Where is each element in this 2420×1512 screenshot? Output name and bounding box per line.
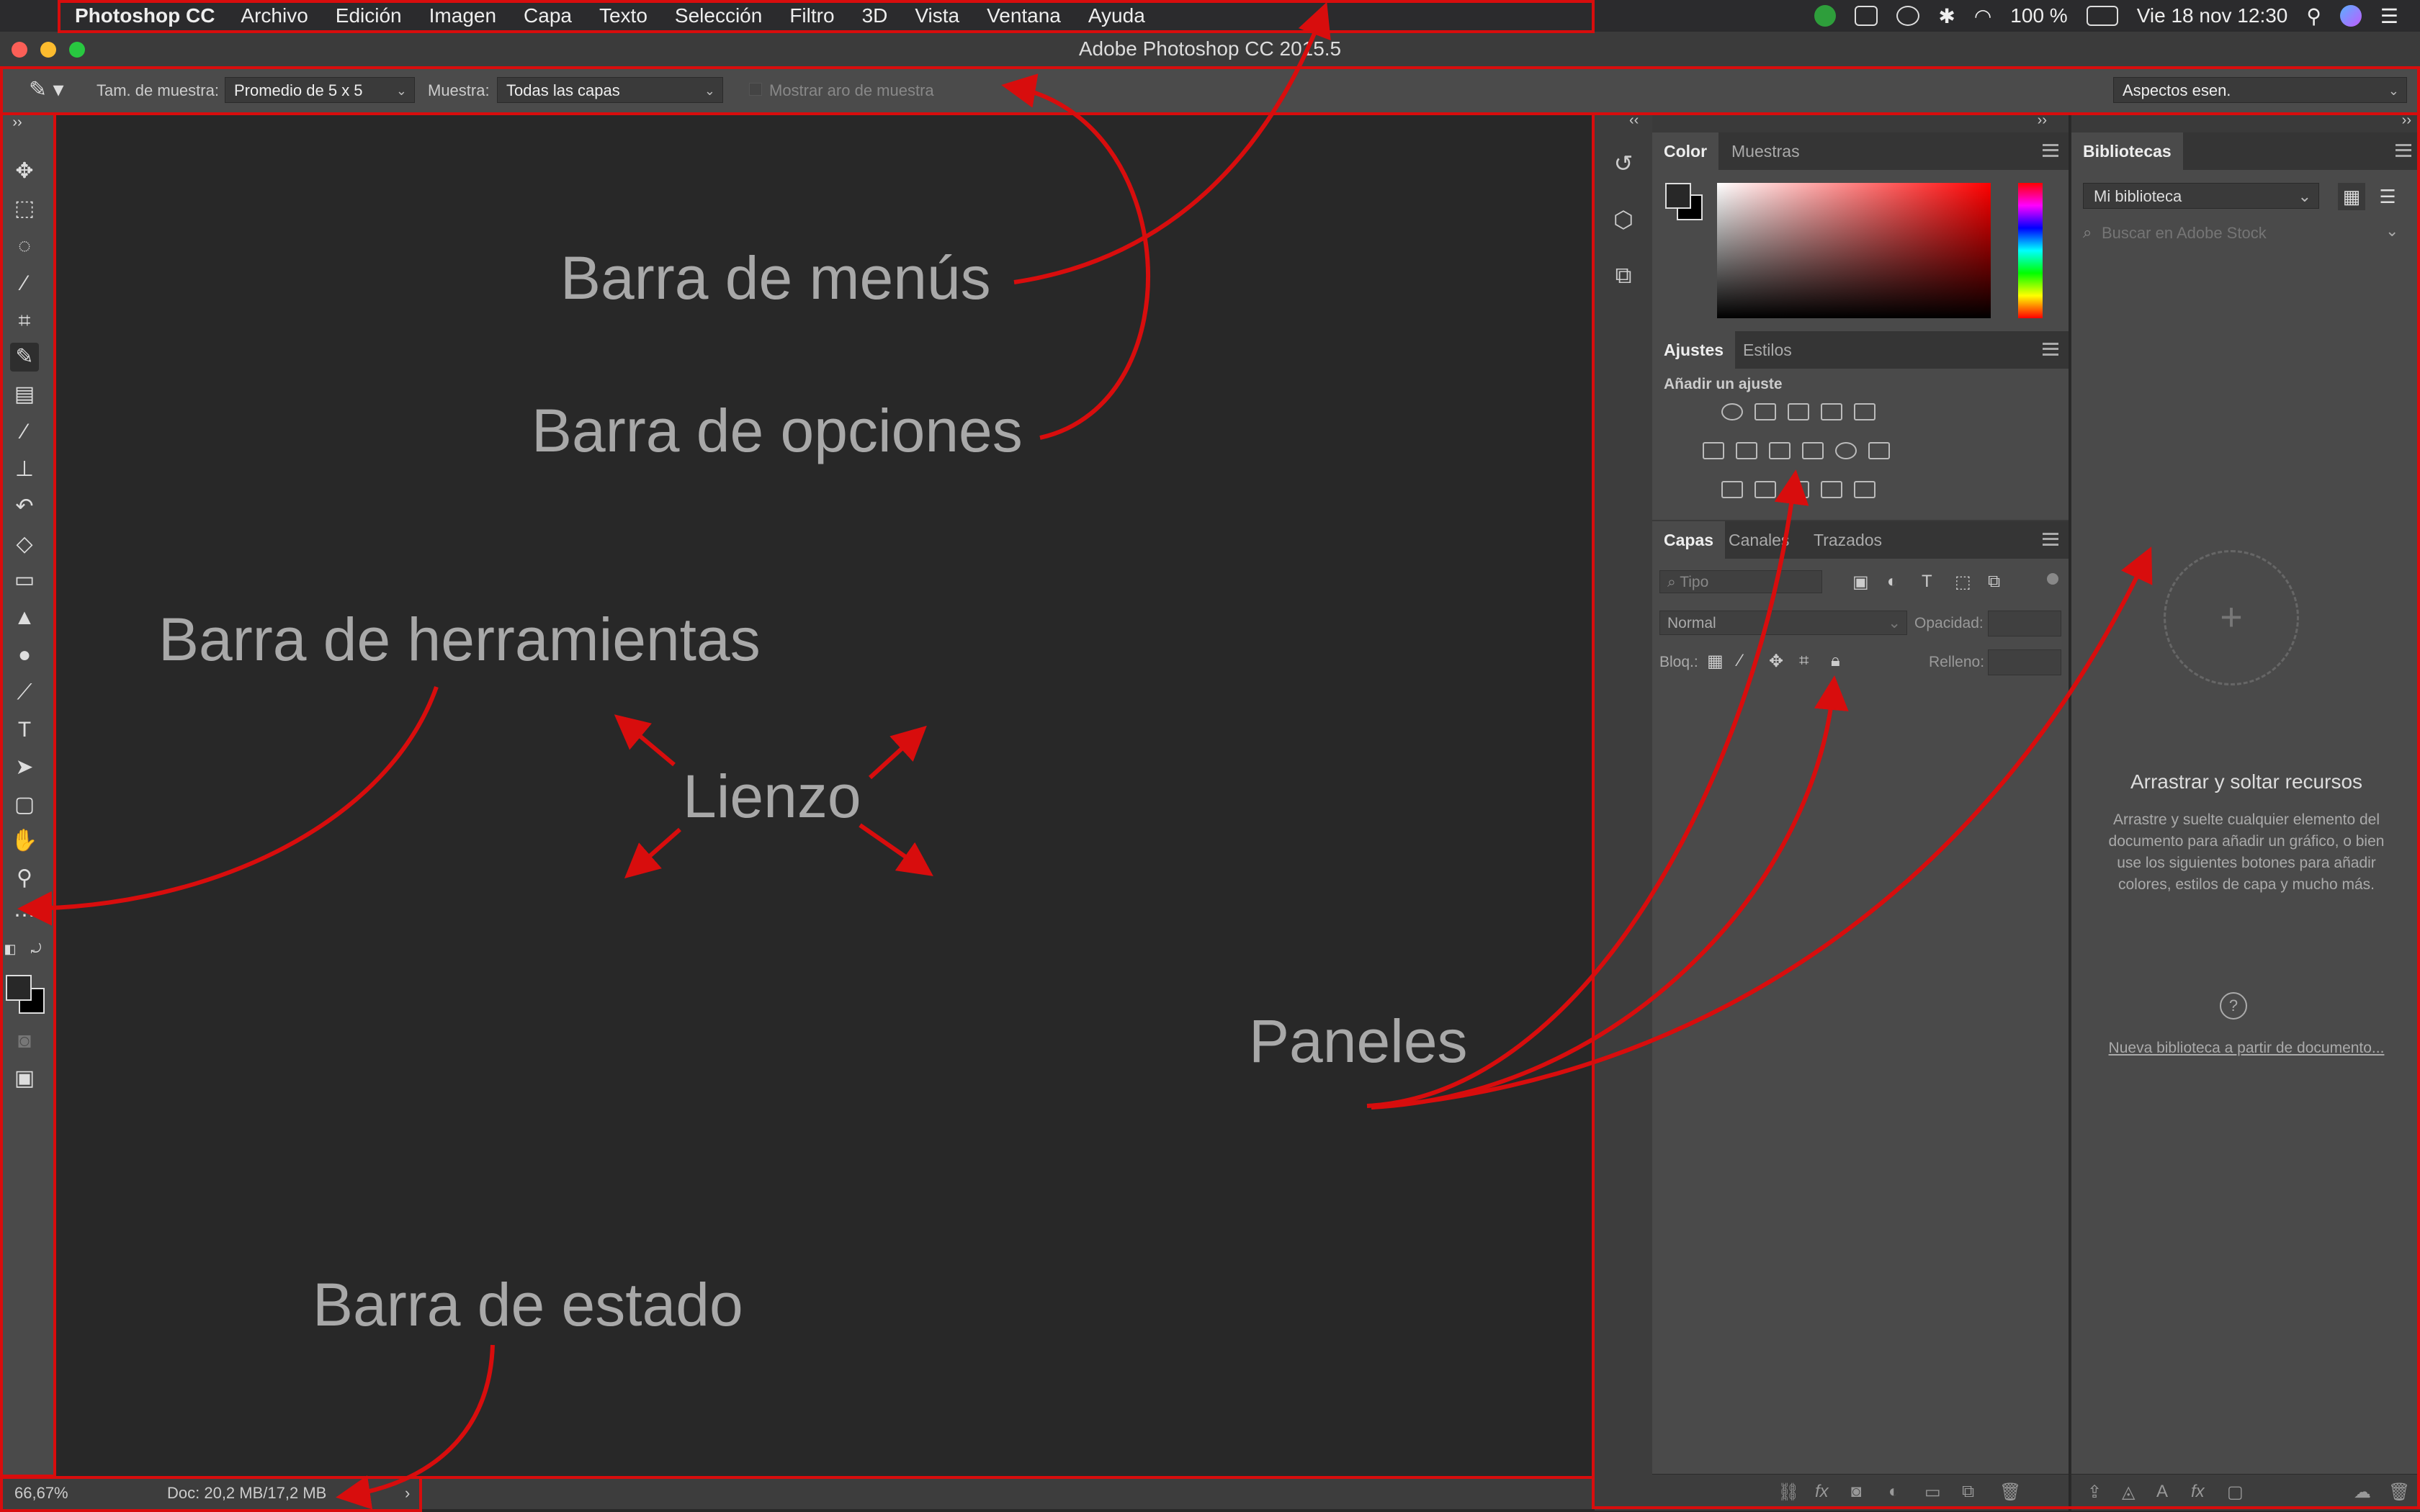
arrow-canvas-sw — [624, 827, 681, 878]
arrow-to-toolbar — [17, 685, 439, 926]
annotation-arrows — [17, 1, 2153, 1510]
arrow-to-libraries — [1371, 546, 2153, 1110]
foreground-color-swatch[interactable] — [6, 975, 32, 1001]
arrow-to-adjustments — [1366, 469, 1809, 1108]
arrow-canvas-se — [859, 823, 933, 876]
color-foreground-swatch[interactable] — [1665, 183, 1691, 209]
arrow-to-layers — [1371, 675, 1849, 1110]
arrow-to-status-bar — [336, 1344, 495, 1510]
arrow-to-menu-bar — [1013, 1, 1331, 284]
arrow-canvas-nw — [614, 714, 676, 767]
arrow-canvas-ne — [868, 725, 927, 780]
arrow-to-options-bar — [1001, 73, 1151, 440]
